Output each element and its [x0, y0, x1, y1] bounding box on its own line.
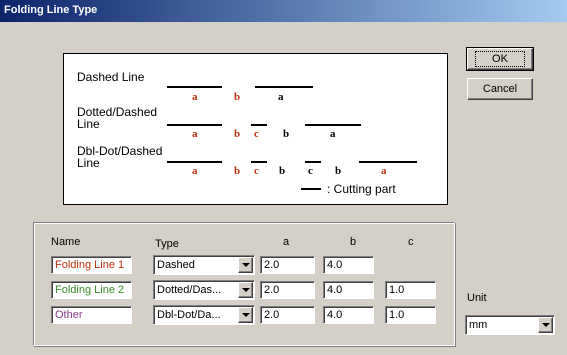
- dotted-seg-1: [167, 124, 222, 126]
- folding-line-type-dialog: Folding Line Type OK Cancel Dashed Line …: [0, 0, 567, 355]
- a-field-other[interactable]: 2.0: [260, 306, 315, 324]
- c-field-other[interactable]: 1.0: [385, 306, 436, 324]
- b-value: 4.0: [327, 284, 343, 296]
- type-value: Dashed: [157, 259, 195, 271]
- b-value: 4.0: [327, 309, 343, 321]
- unit-label: Unit: [467, 292, 487, 304]
- cutting-part-label: : Cutting part: [327, 182, 396, 196]
- cutting-part-legend-line: [301, 188, 321, 190]
- ok-button[interactable]: OK: [466, 47, 534, 71]
- header-type: Type: [155, 238, 179, 250]
- dotted-c-red: c: [254, 128, 259, 140]
- dbldot-a-red: a: [192, 165, 198, 177]
- b-value: 4.0: [327, 259, 343, 271]
- cancel-button-label: Cancel: [482, 83, 518, 95]
- dbldot-b-black-2: b: [335, 165, 342, 177]
- dashed-a-red: a: [192, 91, 198, 103]
- dotted-line-label-2: Line: [77, 117, 100, 131]
- name-value: Other: [55, 309, 83, 321]
- a-value: 2.0: [264, 309, 280, 321]
- c-value: 1.0: [389, 309, 405, 321]
- type-select-folding-line-2[interactable]: Dotted/Das...: [153, 280, 255, 300]
- chevron-down-icon[interactable]: [238, 257, 253, 273]
- chevron-down-icon[interactable]: [538, 317, 553, 333]
- window-title: Folding Line Type: [4, 4, 98, 16]
- a-value: 2.0: [264, 259, 280, 271]
- name-field-other[interactable]: Other: [51, 306, 132, 324]
- dotted-seg-3: [305, 124, 361, 126]
- chevron-down-icon[interactable]: [238, 282, 253, 298]
- dbldot-line-label-2: Line: [77, 156, 100, 170]
- dashed-line-label: Dashed Line: [77, 70, 145, 84]
- type-select-other[interactable]: Dbl-Dot/Da...: [153, 305, 255, 325]
- chevron-down-icon[interactable]: [238, 307, 253, 323]
- dashed-seg-1: [167, 86, 222, 88]
- header-b: b: [350, 236, 357, 248]
- a-field-folding-line-1[interactable]: 2.0: [260, 256, 315, 274]
- name-field-folding-line-2[interactable]: Folding Line 2: [51, 281, 132, 299]
- dbldot-b-red: b: [234, 165, 241, 177]
- unit-value: mm: [469, 319, 488, 331]
- ok-button-label: OK: [475, 51, 525, 67]
- name-value: Folding Line 2: [55, 284, 125, 296]
- type-select-folding-line-1[interactable]: Dashed: [153, 255, 255, 275]
- a-value: 2.0: [264, 284, 280, 296]
- a-field-folding-line-2[interactable]: 2.0: [260, 281, 315, 299]
- dbldot-c-black: c: [308, 165, 313, 177]
- b-field-folding-line-2[interactable]: 4.0: [323, 281, 374, 299]
- name-field-folding-line-1[interactable]: Folding Line 1: [51, 256, 132, 274]
- dashed-seg-2: [255, 86, 313, 88]
- dbldot-seg-2: [251, 161, 267, 163]
- dashed-b: b: [234, 91, 241, 103]
- type-value: Dbl-Dot/Da...: [157, 309, 221, 321]
- c-value: 1.0: [389, 284, 405, 296]
- b-field-other[interactable]: 4.0: [323, 306, 374, 324]
- dotted-a-red: a: [192, 128, 198, 140]
- title-bar[interactable]: Folding Line Type: [0, 0, 567, 22]
- header-name: Name: [51, 236, 81, 248]
- dotted-seg-2: [251, 124, 267, 126]
- dotted-a-black: a: [330, 128, 336, 140]
- header-c: c: [408, 236, 414, 248]
- dotted-b-red: b: [234, 128, 241, 140]
- dbldot-c-red: c: [254, 165, 259, 177]
- type-value: Dotted/Das...: [157, 284, 222, 296]
- unit-select[interactable]: mm: [465, 315, 555, 335]
- dbldot-seg-3: [305, 161, 321, 163]
- dbldot-seg-1: [167, 161, 222, 163]
- header-a: a: [283, 236, 290, 248]
- dbldot-seg-4: [359, 161, 417, 163]
- name-value: Folding Line 1: [55, 259, 125, 271]
- dashed-a-black: a: [278, 91, 284, 103]
- folding-line-diagram: Dashed Line a b a Dotted/Dashed Line a b…: [63, 53, 448, 205]
- dotted-b-black: b: [283, 128, 290, 140]
- dbldot-b-black-1: b: [279, 165, 286, 177]
- c-field-folding-line-2[interactable]: 1.0: [385, 281, 436, 299]
- cancel-button[interactable]: Cancel: [467, 78, 533, 100]
- b-field-folding-line-1[interactable]: 4.0: [323, 256, 374, 274]
- dbldot-a-red-2: a: [381, 165, 387, 177]
